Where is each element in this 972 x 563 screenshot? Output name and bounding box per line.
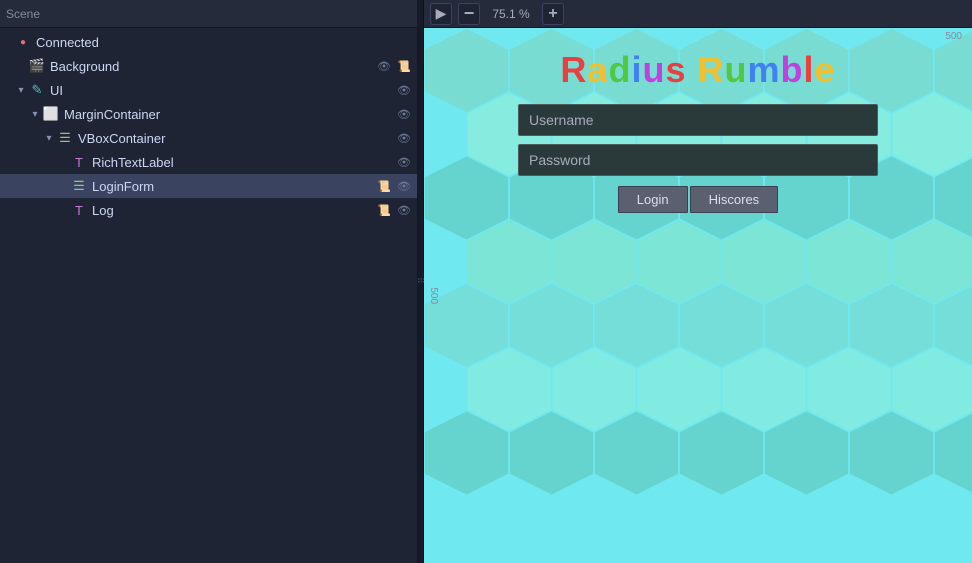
tree-item-connected[interactable]: ● Connected xyxy=(0,30,417,54)
tree-label-margincontainer: MarginContainer xyxy=(64,107,395,122)
title-letter-R2: R xyxy=(698,49,725,90)
scene-panel: Scene ●Connected 🎬Background👁📜▾✎UI👁▾⬜Mar… xyxy=(0,0,418,563)
hiscores-button[interactable]: Hiscores xyxy=(690,186,779,213)
username-input[interactable] xyxy=(518,104,878,136)
preview-panel: ▶ − 75.1 % + xyxy=(424,0,972,563)
visibility-btn-loginform[interactable]: 👁 xyxy=(395,177,413,195)
tree-item-margincontainer[interactable]: ▾⬜ MarginContainer👁 xyxy=(0,102,417,126)
tree-actions-margincontainer: 👁 xyxy=(395,105,413,123)
tree-item-vboxcontainer[interactable]: ▾☰ VBoxContainer👁 xyxy=(0,126,417,150)
title-letter-b: b xyxy=(781,49,804,90)
title-letter-s: s xyxy=(665,49,686,90)
password-input[interactable] xyxy=(518,144,878,176)
scene-play-button[interactable]: ▶ xyxy=(430,3,452,25)
title-letter-i: i xyxy=(631,49,642,90)
tree-actions-log: 📜👁 xyxy=(375,201,413,219)
visibility-btn-log[interactable]: 👁 xyxy=(395,201,413,219)
login-form: Login Hiscores xyxy=(518,104,878,213)
visibility-btn-background[interactable]: 👁 xyxy=(375,57,393,75)
tree-item-background[interactable]: 🎬 Background👁📜 xyxy=(0,54,417,78)
script-btn-loginform[interactable]: 📜 xyxy=(375,177,393,195)
title-letter-d: d xyxy=(608,49,631,90)
game-ui-overlay: Radius Rumble Login Hiscores xyxy=(424,28,972,563)
visibility-btn-richtextlabel[interactable]: 👁 xyxy=(395,153,413,171)
tree-label-log: Log xyxy=(92,203,375,218)
visibility-btn-ui[interactable]: 👁 xyxy=(395,81,413,99)
login-buttons-row: Login Hiscores xyxy=(618,186,778,213)
zoom-out-button[interactable]: − xyxy=(458,3,480,25)
tree-arrow-ui[interactable]: ▾ xyxy=(14,85,28,96)
tree-label-ui: UI xyxy=(50,83,395,98)
title-letter-R: R xyxy=(560,49,587,90)
visibility-btn-vboxcontainer[interactable]: 👁 xyxy=(395,129,413,147)
script-btn-background[interactable]: 📜 xyxy=(395,57,413,75)
script-btn-log[interactable]: 📜 xyxy=(375,201,393,219)
node-icon-background: 🎬 xyxy=(28,57,46,75)
title-space xyxy=(687,49,698,90)
zoom-level: 75.1 % xyxy=(486,7,536,21)
zoom-in-button[interactable]: + xyxy=(542,3,564,25)
tree-label-vboxcontainer: VBoxContainer xyxy=(78,131,395,146)
title-letter-u: u xyxy=(642,49,665,90)
tree-actions-ui: 👁 xyxy=(395,81,413,99)
title-letter-a: a xyxy=(587,49,608,90)
tree-actions-richtextlabel: 👁 xyxy=(395,153,413,171)
tree-actions-vboxcontainer: 👁 xyxy=(395,129,413,147)
tree-actions-background: 👁📜 xyxy=(375,57,413,75)
tree-label-connected: Connected xyxy=(36,35,413,50)
game-title: Radius Rumble xyxy=(560,50,835,90)
tree-arrow-vboxcontainer[interactable]: ▾ xyxy=(42,133,56,144)
scene-toolbar: Scene xyxy=(0,0,417,28)
tree-actions-loginform: 📜👁 xyxy=(375,177,413,195)
tree-item-log[interactable]: T Log📜👁 xyxy=(0,198,417,222)
tree-label-background: Background xyxy=(50,59,375,74)
scene-label: Scene xyxy=(6,7,40,21)
app-layout: Scene ●Connected 🎬Background👁📜▾✎UI👁▾⬜Mar… xyxy=(0,0,972,563)
tree-arrow-margincontainer[interactable]: ▾ xyxy=(28,109,42,120)
node-icon-ui: ✎ xyxy=(28,81,46,99)
tree-label-loginform: LoginForm xyxy=(92,179,375,194)
title-letter-m: m xyxy=(748,49,781,90)
title-letter-u2: u xyxy=(725,49,748,90)
node-icon-margincontainer: ⬜ xyxy=(42,105,60,123)
login-button[interactable]: Login xyxy=(618,186,688,213)
scene-tree: ●Connected 🎬Background👁📜▾✎UI👁▾⬜MarginCon… xyxy=(0,28,417,563)
preview-toolbar: ▶ − 75.1 % + xyxy=(424,0,972,28)
title-letter-e: e xyxy=(815,49,836,90)
tree-item-ui[interactable]: ▾✎ UI👁 xyxy=(0,78,417,102)
node-icon-log: T xyxy=(70,201,88,219)
node-icon-vboxcontainer: ☰ xyxy=(56,129,74,147)
tree-item-loginform[interactable]: ☰ LoginForm📜👁 xyxy=(0,174,417,198)
visibility-btn-margincontainer[interactable]: 👁 xyxy=(395,105,413,123)
title-letter-l: l xyxy=(804,49,815,90)
node-icon-loginform: ☰ xyxy=(70,177,88,195)
node-icon-richtextlabel: T xyxy=(70,153,88,171)
tree-label-richtextlabel: RichTextLabel xyxy=(92,155,395,170)
tree-item-richtextlabel[interactable]: T RichTextLabel👁 xyxy=(0,150,417,174)
game-preview: 500 500 Radius Rumble Login Hiscores xyxy=(424,28,972,563)
node-icon-connected: ● xyxy=(14,33,32,51)
